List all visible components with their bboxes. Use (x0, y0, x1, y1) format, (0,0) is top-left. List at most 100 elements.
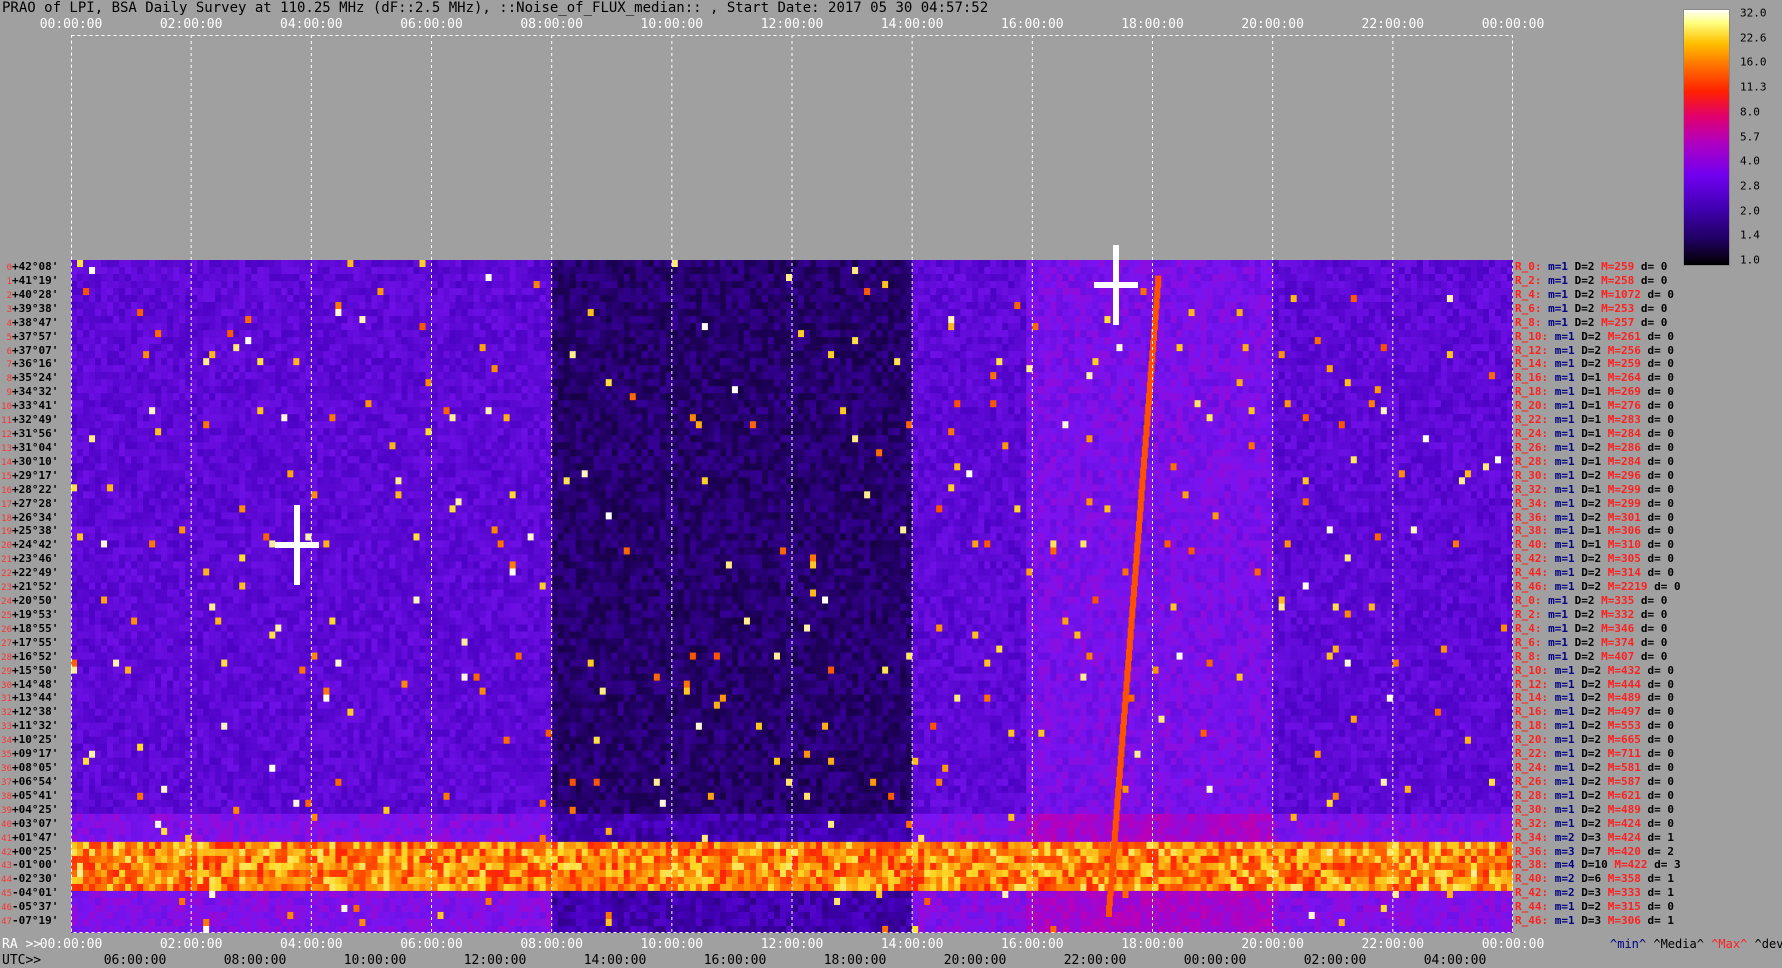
bottom-ra-tick: 14:00:00 (881, 937, 944, 952)
row-stat: R_40: m=2 D=6 M=358 d= 1 (1515, 872, 1674, 885)
declination-label: 14+30°10' (0, 455, 58, 470)
row-stat: R_16: m=1 D=2 M=497 d= 0 (1515, 705, 1674, 718)
colorbar-tick: 8.0 (1740, 105, 1760, 118)
declination-label: 41+01°47' (0, 831, 58, 846)
row-stat: R_18: m=1 D=1 M=269 d= 0 (1515, 385, 1674, 398)
declination-label: 36+08°05' (0, 761, 58, 776)
declination-label: 5+37°57' (0, 330, 58, 345)
bottom-ra-tick: 16:00:00 (1001, 937, 1064, 952)
row-stat: R_16: m=1 D=1 M=264 d= 0 (1515, 371, 1674, 384)
declination-label: 18+26°34' (0, 511, 58, 526)
declination-label: 4+38°47' (0, 316, 58, 331)
declination-label: 11+32°49' (0, 413, 58, 428)
declination-label: 32+12°38' (0, 705, 58, 720)
declination-label: 29+15°50' (0, 664, 58, 679)
row-stat: R_32: m=1 D=2 M=424 d= 0 (1515, 817, 1674, 830)
declination-label: 34+10°25' (0, 733, 58, 748)
declination-label: 31+13°44' (0, 691, 58, 706)
row-stat: R_30: m=1 D=2 M=489 d= 0 (1515, 803, 1674, 816)
row-stat: R_2: m=1 D=2 M=332 d= 0 (1515, 608, 1667, 621)
bottom-utc-tick: 06:00:00 (104, 953, 167, 968)
top-ra-tick: 14:00:00 (881, 17, 944, 32)
row-stat: R_42: m=2 D=3 M=333 d= 1 (1515, 886, 1674, 899)
declination-label: 21+23°46' (0, 552, 58, 567)
row-stat: R_0: m=1 D=2 M=335 d= 0 (1515, 594, 1667, 607)
colorbar-tick: 32.0 (1740, 7, 1767, 20)
bottom-ra-tick: 12:00:00 (761, 937, 824, 952)
declination-label: 8+35°24' (0, 371, 58, 386)
row-stat: R_10: m=1 D=2 M=261 d= 0 (1515, 330, 1674, 343)
row-stat: R_24: m=1 D=1 M=284 d= 0 (1515, 427, 1674, 440)
row-stat: R_0: m=1 D=2 M=259 d= 0 (1515, 260, 1667, 273)
declination-label: 38+05°41' (0, 789, 58, 804)
colorbar-tick: 2.0 (1740, 204, 1760, 217)
top-ra-tick: 04:00:00 (280, 17, 343, 32)
colorbar-tick: 11.3 (1740, 81, 1767, 94)
utc-axis-prefix: UTC>> (2, 953, 41, 968)
spectrogram-canvas (71, 35, 1513, 933)
declination-label: 0+42°08' (0, 260, 58, 275)
ra-axis-prefix: RA >> (2, 937, 41, 952)
bottom-ra-tick: 04:00:00 (280, 937, 343, 952)
declination-label: 33+11°32' (0, 719, 58, 734)
colorbar-tick: 1.4 (1740, 229, 1760, 242)
declination-label: 42+00°25' (0, 845, 58, 860)
row-stat: R_36: m=1 D=2 M=301 d= 0 (1515, 511, 1674, 524)
bottom-utc-tick: 14:00:00 (584, 953, 647, 968)
row-stat: R_42: m=1 D=2 M=305 d= 0 (1515, 552, 1674, 565)
declination-label: 23+21°52' (0, 580, 58, 595)
row-stat: R_46: m=1 D=3 M=306 d= 1 (1515, 914, 1674, 927)
row-stat: R_34: m=1 D=2 M=299 d= 0 (1515, 497, 1674, 510)
declination-label: 19+25°38' (0, 524, 58, 539)
declination-label: 7+36°16' (0, 357, 58, 372)
row-stat: R_38: m=1 D=1 M=306 d= 0 (1515, 524, 1674, 537)
declination-label: 44-02°30' (0, 872, 58, 887)
bottom-utc-tick: 04:00:00 (1424, 953, 1487, 968)
top-ra-tick: 10:00:00 (641, 17, 704, 32)
top-ra-tick: 16:00:00 (1001, 17, 1064, 32)
row-stat: R_4: m=1 D=2 M=1072 d= 0 (1515, 288, 1674, 301)
declination-label: 13+31°04' (0, 441, 58, 456)
legend-max: ^Max^ (1711, 937, 1747, 951)
bottom-utc-tick: 22:00:00 (1064, 953, 1127, 968)
declination-label: 20+24°42' (0, 538, 58, 553)
declination-label: 47-07°19' (0, 914, 58, 929)
row-stat: R_4: m=1 D=2 M=346 d= 0 (1515, 622, 1667, 635)
declination-label: 35+09°17' (0, 747, 58, 762)
bottom-utc-tick: 08:00:00 (224, 953, 287, 968)
row-stat: R_6: m=1 D=2 M=374 d= 0 (1515, 636, 1667, 649)
top-ra-tick: 18:00:00 (1121, 17, 1184, 32)
row-stat: R_18: m=1 D=2 M=553 d= 0 (1515, 719, 1674, 732)
row-stat: R_44: m=1 D=2 M=315 d= 0 (1515, 900, 1674, 913)
declination-label: 10+33°41' (0, 399, 58, 414)
row-stat: R_24: m=1 D=2 M=581 d= 0 (1515, 761, 1674, 774)
top-ra-tick: 02:00:00 (160, 17, 223, 32)
legend-median: ^Media^ (1653, 937, 1704, 951)
declination-label: 9+34°32' (0, 385, 58, 400)
row-stat: R_20: m=1 D=1 M=276 d= 0 (1515, 399, 1674, 412)
bottom-utc-tick: 20:00:00 (944, 953, 1007, 968)
declination-label: 17+27°28' (0, 497, 58, 512)
row-stat: R_38: m=4 D=10 M=422 d= 3 (1515, 858, 1681, 871)
declination-label: 26+18°55' (0, 622, 58, 637)
bottom-utc-tick: 02:00:00 (1304, 953, 1367, 968)
row-stat: R_32: m=1 D=1 M=299 d= 0 (1515, 483, 1674, 496)
row-stat: R_34: m=2 D=3 M=424 d= 1 (1515, 831, 1674, 844)
colorbar-tick: 5.7 (1740, 130, 1760, 143)
top-ra-tick: 00:00:00 (40, 17, 103, 32)
bottom-ra-tick: 00:00:00 (40, 937, 103, 952)
bottom-ra-tick: 18:00:00 (1121, 937, 1184, 952)
top-ra-tick: 22:00:00 (1362, 17, 1425, 32)
colorbar-tick: 4.0 (1740, 155, 1760, 168)
declination-label: 2+40°28' (0, 288, 58, 303)
row-stat: R_2: m=1 D=2 M=258 d= 0 (1515, 274, 1667, 287)
declination-label: 28+16°52' (0, 650, 58, 665)
row-stat: R_12: m=1 D=2 M=256 d= 0 (1515, 344, 1674, 357)
top-ra-tick: 06:00:00 (400, 17, 463, 32)
row-stat: R_22: m=1 D=2 M=711 d= 0 (1515, 747, 1674, 760)
colorbar-tick: 2.8 (1740, 179, 1760, 192)
declination-label: 43-01°00' (0, 858, 58, 873)
row-stat: R_44: m=1 D=2 M=314 d= 0 (1515, 566, 1674, 579)
bottom-ra-tick: 22:00:00 (1362, 937, 1425, 952)
row-stat: R_8: m=1 D=2 M=257 d= 0 (1515, 316, 1667, 329)
